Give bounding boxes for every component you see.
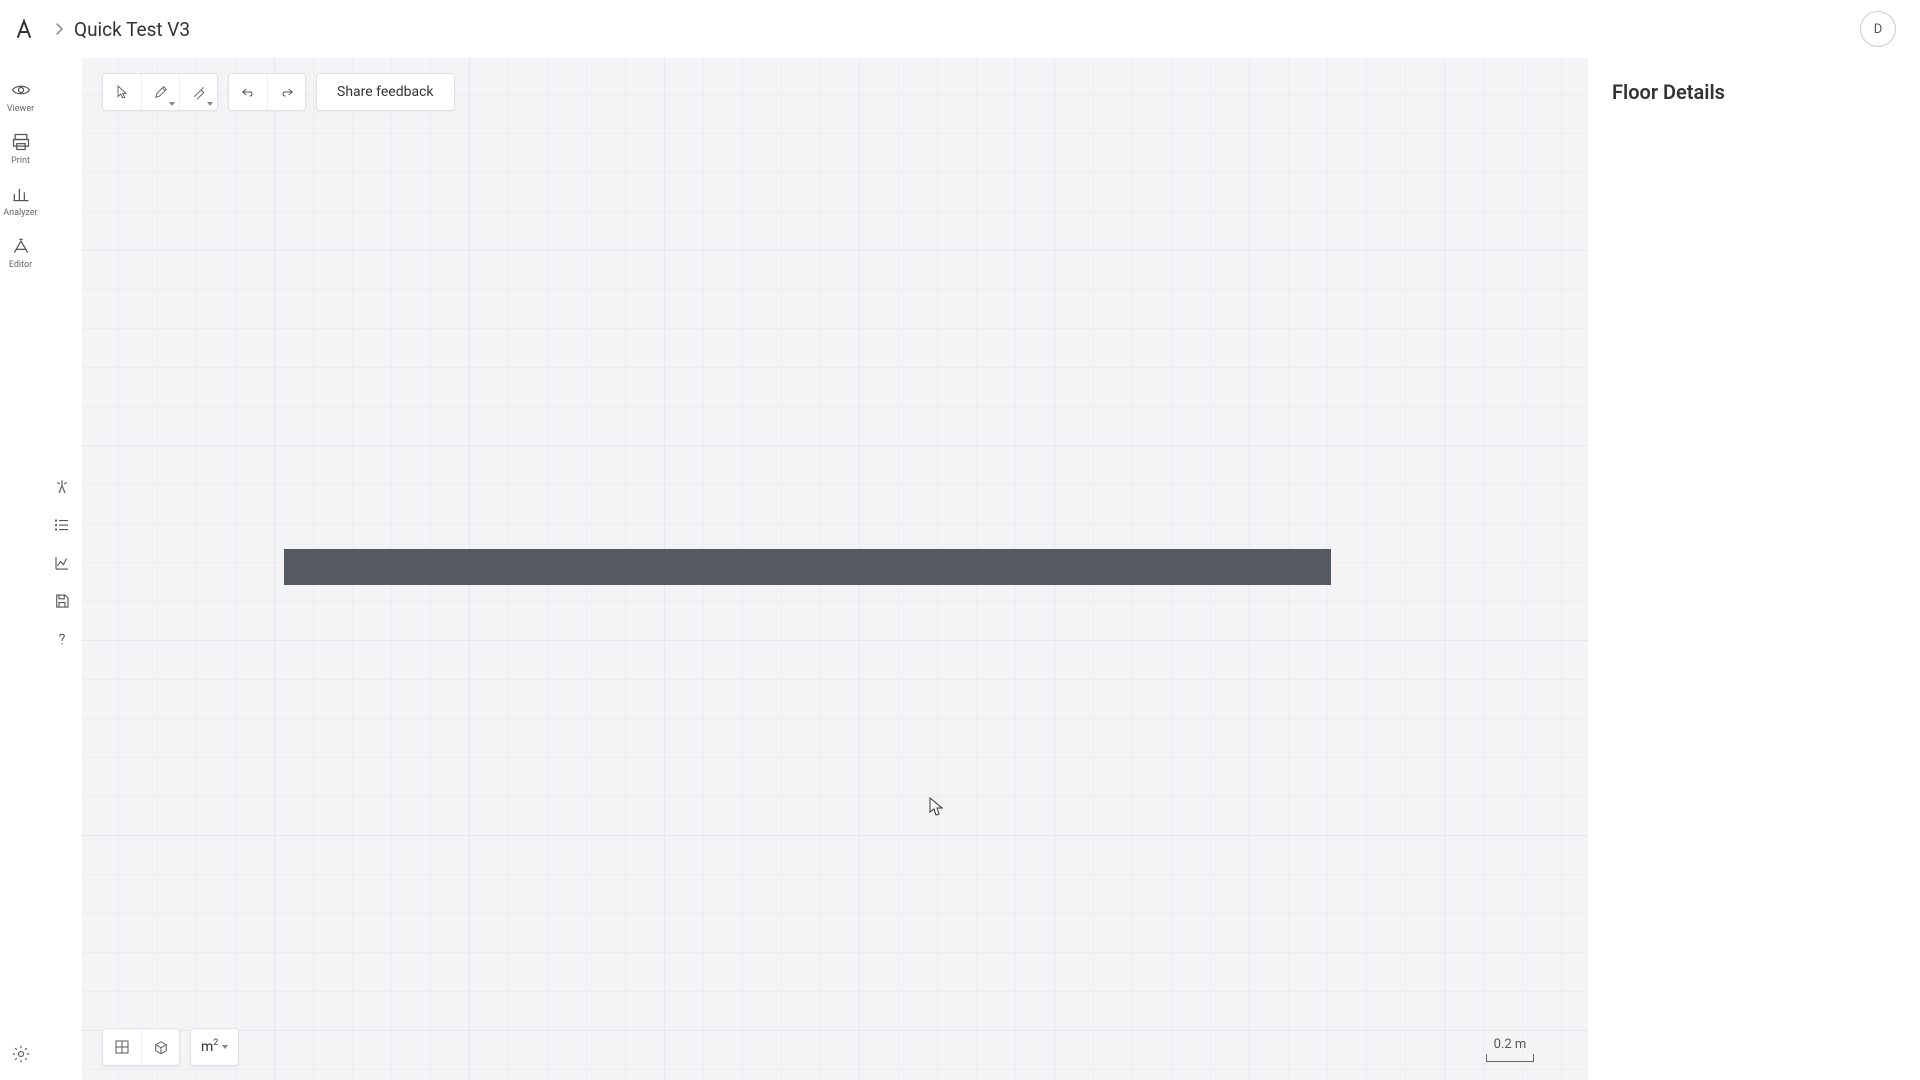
chevron-right-icon xyxy=(54,22,64,36)
panel-title: Floor Details xyxy=(1612,80,1896,104)
canvas[interactable]: Share feedback m2 xyxy=(82,58,1588,1080)
app-header: Quick Test V3 D xyxy=(0,0,1920,58)
unit-sup: 2 xyxy=(213,1038,218,1048)
draw-tool[interactable] xyxy=(141,74,179,110)
sidebar-item-editor[interactable]: Editor xyxy=(0,228,42,280)
save-icon xyxy=(53,592,71,610)
floor-shape[interactable] xyxy=(284,549,1331,585)
redo-icon xyxy=(279,84,295,100)
print-icon xyxy=(11,132,31,152)
main-layout: Viewer Print Analyzer Editor xyxy=(0,58,1920,1080)
left-sidebar: Viewer Print Analyzer Editor xyxy=(0,58,42,1080)
share-feedback-button[interactable]: Share feedback xyxy=(317,74,454,110)
avatar-initial: D xyxy=(1874,22,1883,37)
pencil-icon xyxy=(153,84,169,100)
settings-button[interactable] xyxy=(11,1028,31,1080)
pen-icon xyxy=(191,84,207,100)
sidebar-item-label: Print xyxy=(11,156,30,166)
undo-icon xyxy=(240,84,256,100)
tool-group-select-draw xyxy=(102,73,218,111)
scale-indicator: 0.2 m xyxy=(1486,1037,1534,1062)
unit-group: m2 xyxy=(190,1028,239,1066)
sidebar-item-analyzer[interactable]: Analyzer xyxy=(0,176,42,228)
sidebar-item-label: Analyzer xyxy=(3,208,37,218)
cube-icon xyxy=(152,1038,170,1056)
tool-help[interactable] xyxy=(47,624,77,654)
eye-icon xyxy=(11,80,31,100)
undo-button[interactable] xyxy=(229,74,267,110)
line-tool[interactable] xyxy=(179,74,217,110)
tool-list[interactable] xyxy=(47,510,77,540)
select-tool[interactable] xyxy=(103,74,141,110)
app-logo[interactable] xyxy=(10,15,38,43)
chart-icon xyxy=(53,554,71,572)
bottom-toolbar: m2 xyxy=(102,1028,239,1066)
scale-bracket-icon xyxy=(1486,1054,1534,1062)
cursor-icon xyxy=(114,84,130,100)
help-icon xyxy=(53,630,71,648)
list-icon xyxy=(53,516,71,534)
sidebar-item-viewer[interactable]: Viewer xyxy=(0,72,42,124)
page-title[interactable]: Quick Test V3 xyxy=(74,18,190,41)
view-group xyxy=(102,1028,180,1066)
share-feedback-label: Share feedback xyxy=(337,84,434,100)
view-2d-button[interactable] xyxy=(103,1029,141,1065)
scale-label: 0.2 m xyxy=(1494,1037,1527,1052)
unit-label: m xyxy=(201,1039,213,1055)
tool-heatsource[interactable] xyxy=(47,472,77,502)
tool-chart[interactable] xyxy=(47,548,77,578)
unit-selector[interactable]: m2 xyxy=(191,1029,238,1065)
grid2d-icon xyxy=(113,1038,131,1056)
canvas-toolbar: Share feedback xyxy=(102,73,455,111)
heatsource-icon xyxy=(53,478,71,496)
tool-group-history xyxy=(228,73,306,111)
details-panel: Floor Details xyxy=(1588,58,1920,1080)
barchart-icon xyxy=(11,184,31,204)
secondary-toolstrip xyxy=(42,58,82,1080)
redo-button[interactable] xyxy=(267,74,305,110)
sidebar-item-label: Editor xyxy=(9,260,32,270)
drafting-icon xyxy=(11,236,31,256)
tool-group-feedback: Share feedback xyxy=(316,73,455,111)
sidebar-item-print[interactable]: Print xyxy=(0,124,42,176)
view-3d-button[interactable] xyxy=(141,1029,179,1065)
sidebar-item-label: Viewer xyxy=(7,104,34,114)
gear-icon xyxy=(11,1044,31,1064)
tool-save[interactable] xyxy=(47,586,77,616)
avatar[interactable]: D xyxy=(1860,11,1896,47)
